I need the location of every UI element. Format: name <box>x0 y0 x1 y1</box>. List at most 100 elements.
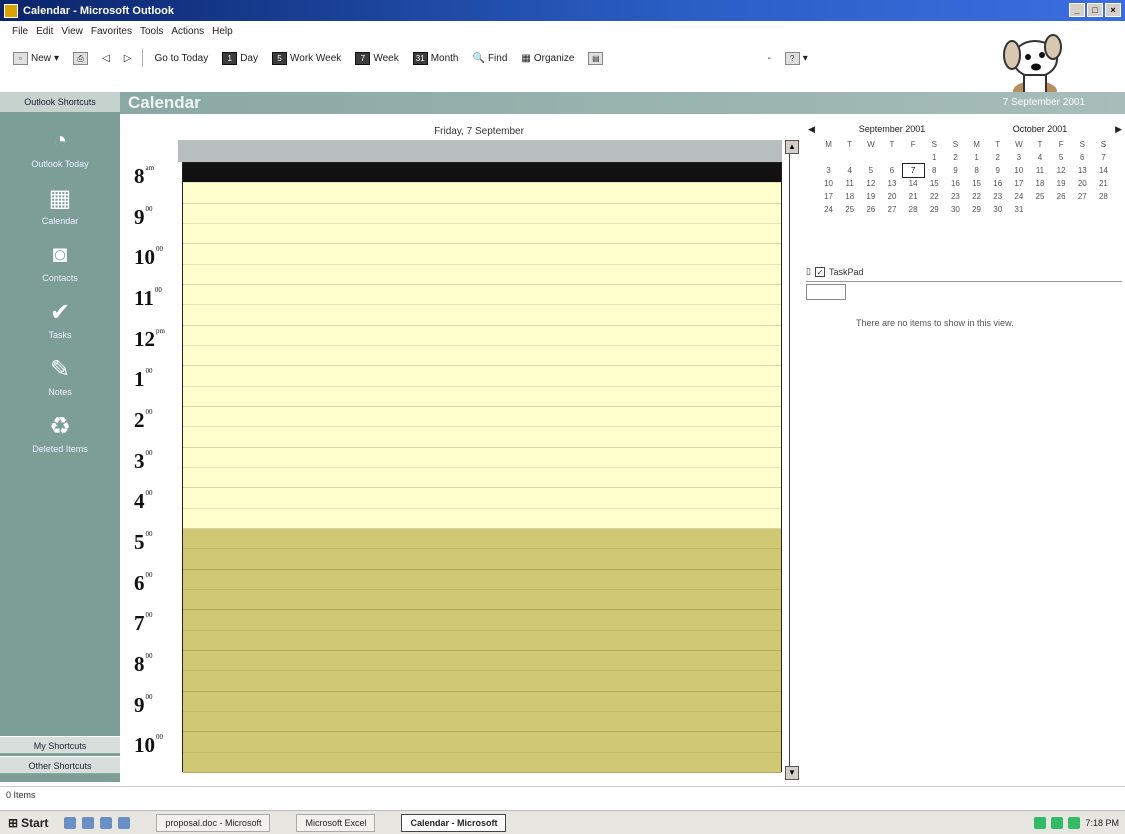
navigator-day[interactable]: 7 <box>901 163 925 178</box>
menu-edit[interactable]: Edit <box>36 26 53 37</box>
navigator-day[interactable]: 12 <box>860 177 881 190</box>
navigator-day[interactable]: 5 <box>1051 151 1072 164</box>
next-month-arrow-icon[interactable]: ▶ <box>1115 124 1122 135</box>
day-view-button[interactable]: 1 Day <box>219 50 261 67</box>
navigator-day[interactable]: 20 <box>881 190 902 203</box>
navigator-day[interactable]: 19 <box>1051 177 1072 190</box>
time-slot[interactable] <box>183 691 781 712</box>
print-button[interactable]: ⎙ <box>70 50 91 67</box>
time-slot[interactable] <box>183 244 781 265</box>
navigator-day[interactable]: 3 <box>1008 151 1029 164</box>
scroll-down-button[interactable]: ▼ <box>785 766 799 780</box>
navigator-day[interactable]: 4 <box>839 164 860 177</box>
navigator-day[interactable]: 2 <box>987 151 1008 164</box>
navigator-day[interactable]: 3 <box>818 164 839 177</box>
navigator-day[interactable]: 31 <box>1008 203 1029 216</box>
navigator-day[interactable]: 10 <box>1008 164 1029 177</box>
menu-actions[interactable]: Actions <box>171 26 204 37</box>
menu-tools[interactable]: Tools <box>140 26 163 37</box>
time-slot[interactable] <box>183 569 781 590</box>
time-slot[interactable] <box>183 163 781 184</box>
time-slot[interactable] <box>183 447 781 468</box>
all-day-event-area[interactable] <box>178 140 782 162</box>
go-to-today-button[interactable]: Go to Today <box>151 51 211 66</box>
other-shortcuts-group[interactable]: Other Shortcuts <box>0 756 120 774</box>
shortcut-notes[interactable]: ✎ Notes <box>0 354 120 398</box>
navigator-month-title[interactable]: October 2001 <box>966 124 1114 138</box>
time-slot[interactable] <box>183 203 781 224</box>
navigator-day[interactable]: 7 <box>1093 151 1114 164</box>
navigator-day[interactable]: 28 <box>903 203 924 216</box>
navigator-day[interactable]: 21 <box>903 190 924 203</box>
navigator-day[interactable]: 13 <box>881 177 902 190</box>
taskbar-item-word[interactable]: proposal.doc - Microsoft <box>156 813 271 832</box>
shortcut-deleted-items[interactable]: ♻ Deleted Items <box>0 411 120 455</box>
time-slot[interactable] <box>183 183 781 204</box>
outlook-shortcuts-group[interactable]: Outlook Shortcuts <box>0 92 120 112</box>
organize-button[interactable]: ▦ Organize <box>518 51 577 66</box>
time-slot[interactable] <box>183 284 781 306</box>
shortcut-outlook-today[interactable]: ◔ Outlook Today <box>0 126 120 169</box>
navigator-day[interactable]: 16 <box>945 177 966 190</box>
desktop-icon[interactable] <box>100 816 113 829</box>
complete-checkbox-icon[interactable]: ✓ <box>814 266 825 277</box>
ie-icon[interactable] <box>64 816 77 829</box>
time-slot[interactable] <box>183 732 781 753</box>
navigator-day[interactable]: 15 <box>966 177 987 190</box>
tray-app-icon[interactable] <box>1034 816 1047 829</box>
work-week-view-button[interactable]: 5 Work Week <box>269 50 344 67</box>
time-slot[interactable] <box>183 630 781 651</box>
time-slot[interactable] <box>183 386 781 407</box>
navigator-day[interactable]: 27 <box>881 203 902 216</box>
navigator-day[interactable]: 26 <box>1051 190 1072 203</box>
navigator-day[interactable]: 4 <box>1029 151 1050 164</box>
tray-network-icon[interactable] <box>1051 816 1064 829</box>
day-view-scrollbar[interactable] <box>789 140 799 780</box>
navigator-month-title[interactable]: September 2001 <box>818 124 966 138</box>
taskbar-item-outlook[interactable]: Calendar - Microsoft <box>401 813 507 832</box>
navigator-day[interactable]: 22 <box>966 190 987 203</box>
time-slot[interactable] <box>183 325 781 346</box>
my-shortcuts-group[interactable]: My Shortcuts <box>0 736 120 754</box>
tray-volume-icon[interactable] <box>1068 816 1081 829</box>
time-slot[interactable] <box>183 711 781 733</box>
help-button[interactable]: ? ▾ <box>782 50 811 67</box>
menu-file[interactable]: File <box>12 26 28 37</box>
time-slot[interactable] <box>183 467 781 489</box>
navigator-day[interactable]: 30 <box>987 203 1008 216</box>
back-button[interactable]: ◁ <box>99 51 113 66</box>
time-slot[interactable] <box>183 752 781 773</box>
address-book-button[interactable]: ▤ <box>585 50 606 67</box>
navigator-day[interactable]: 9 <box>945 164 966 177</box>
navigator-day[interactable]: 11 <box>839 177 860 190</box>
navigator-day[interactable]: 11 <box>1029 164 1050 177</box>
outlook-express-icon[interactable] <box>82 816 95 829</box>
navigator-day[interactable]: 30 <box>945 203 966 216</box>
menu-view[interactable]: View <box>61 26 83 37</box>
time-slot[interactable] <box>183 549 781 570</box>
time-slot[interactable] <box>183 610 781 631</box>
new-button[interactable]: ▫ New ▾ <box>10 50 62 67</box>
folder-title[interactable]: Calendar <box>128 93 201 113</box>
navigator-day[interactable]: 29 <box>966 203 987 216</box>
time-slot[interactable] <box>183 345 781 367</box>
time-slot[interactable] <box>183 264 781 285</box>
navigator-day[interactable]: 19 <box>860 190 881 203</box>
time-slot[interactable] <box>183 223 781 245</box>
time-slot[interactable] <box>183 650 781 672</box>
close-button[interactable]: × <box>1105 3 1121 17</box>
navigator-day[interactable]: 1 <box>924 151 945 164</box>
navigator-day[interactable]: 26 <box>860 203 881 216</box>
menu-favorites[interactable]: Favorites <box>91 26 132 37</box>
day-grid[interactable] <box>182 162 782 773</box>
month-view-button[interactable]: 31 Month <box>410 50 462 67</box>
day-header[interactable]: Friday, 7 September <box>178 124 780 140</box>
navigator-day[interactable]: 8 <box>966 164 987 177</box>
navigator-day[interactable]: 1 <box>966 151 987 164</box>
navigator-day[interactable]: 9 <box>987 164 1008 177</box>
time-slot[interactable] <box>183 406 781 428</box>
navigator-day[interactable]: 12 <box>1051 164 1072 177</box>
new-task-field[interactable] <box>806 284 846 300</box>
navigator-day[interactable]: 8 <box>924 164 945 177</box>
navigator-day[interactable]: 5 <box>860 164 881 177</box>
